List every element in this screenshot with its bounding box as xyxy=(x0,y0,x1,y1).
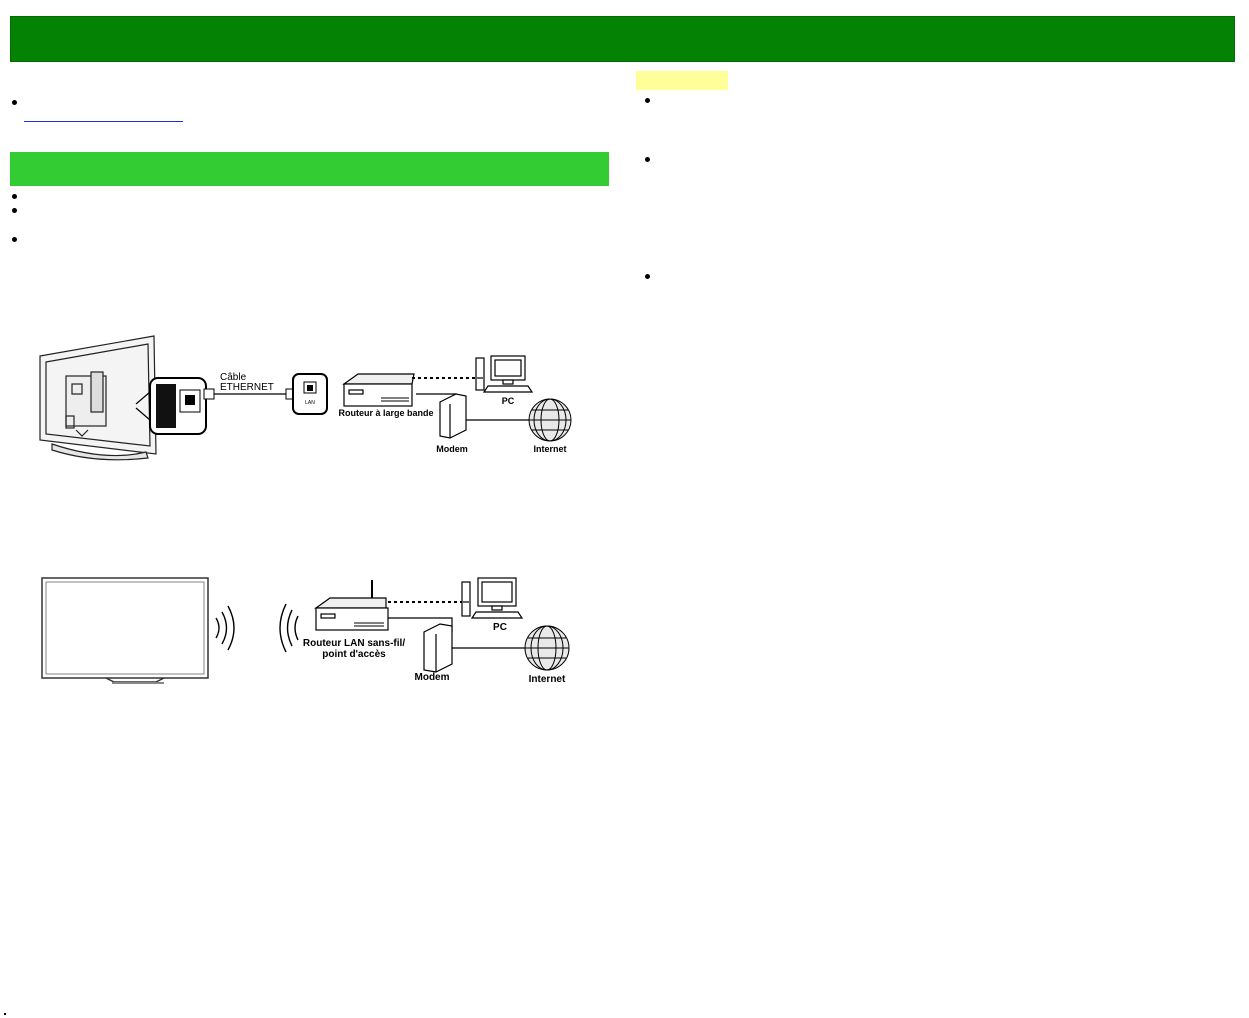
router-label-line2: point d'accès xyxy=(322,649,386,660)
internet-label: Internet xyxy=(529,674,566,685)
modem-label: Modem xyxy=(415,672,450,683)
cable-label-line2: ETHERNET xyxy=(220,382,274,393)
modem-icon: Modem xyxy=(436,393,468,454)
internet-globe-icon: Internet xyxy=(524,625,570,685)
lan-label: LAN xyxy=(305,400,315,406)
wireless-router-icon: Routeur LAN sans-fil/ point d'accès xyxy=(303,580,405,660)
bullet xyxy=(12,237,17,242)
bullet xyxy=(12,208,17,213)
internet-globe-icon: Internet xyxy=(528,398,572,454)
modem-icon: Modem xyxy=(415,623,453,683)
pc-label: PC xyxy=(502,396,515,406)
reference-link[interactable] xyxy=(24,121,183,122)
section-heading-bar xyxy=(10,152,609,186)
pc-label: PC xyxy=(493,622,507,633)
router-signal-waves-icon xyxy=(279,603,299,653)
tv-back-icon xyxy=(39,335,157,461)
internet-label: Internet xyxy=(533,444,566,454)
wireless-connection-diagram: Routeur LAN sans-fil/ point d'accès PC M… xyxy=(41,577,570,685)
pc-icon: PC xyxy=(461,577,524,633)
tv-signal-waves-icon xyxy=(215,605,235,651)
bullet xyxy=(645,157,650,162)
wired-connection-diagram: Câble ETHERNET LAN Routeur à large bande… xyxy=(39,335,572,461)
bullet xyxy=(12,100,17,105)
note-highlight-tag xyxy=(636,71,728,90)
pc-icon: PC xyxy=(475,355,534,406)
bullet xyxy=(645,274,650,279)
router-label-line1: Routeur LAN sans-fil/ xyxy=(303,638,405,649)
broadband-router-icon: Routeur à large bande xyxy=(338,373,434,418)
lan-port-callout: LAN xyxy=(292,373,328,415)
ethernet-cable: Câble ETHERNET xyxy=(203,372,297,400)
modem-label: Modem xyxy=(436,444,468,454)
bullet xyxy=(12,194,17,199)
bullet xyxy=(645,98,650,103)
page-title-bar xyxy=(10,16,1235,62)
tv-front-icon xyxy=(41,577,209,684)
router-label: Routeur à large bande xyxy=(338,408,433,418)
page-mark xyxy=(4,1013,6,1015)
